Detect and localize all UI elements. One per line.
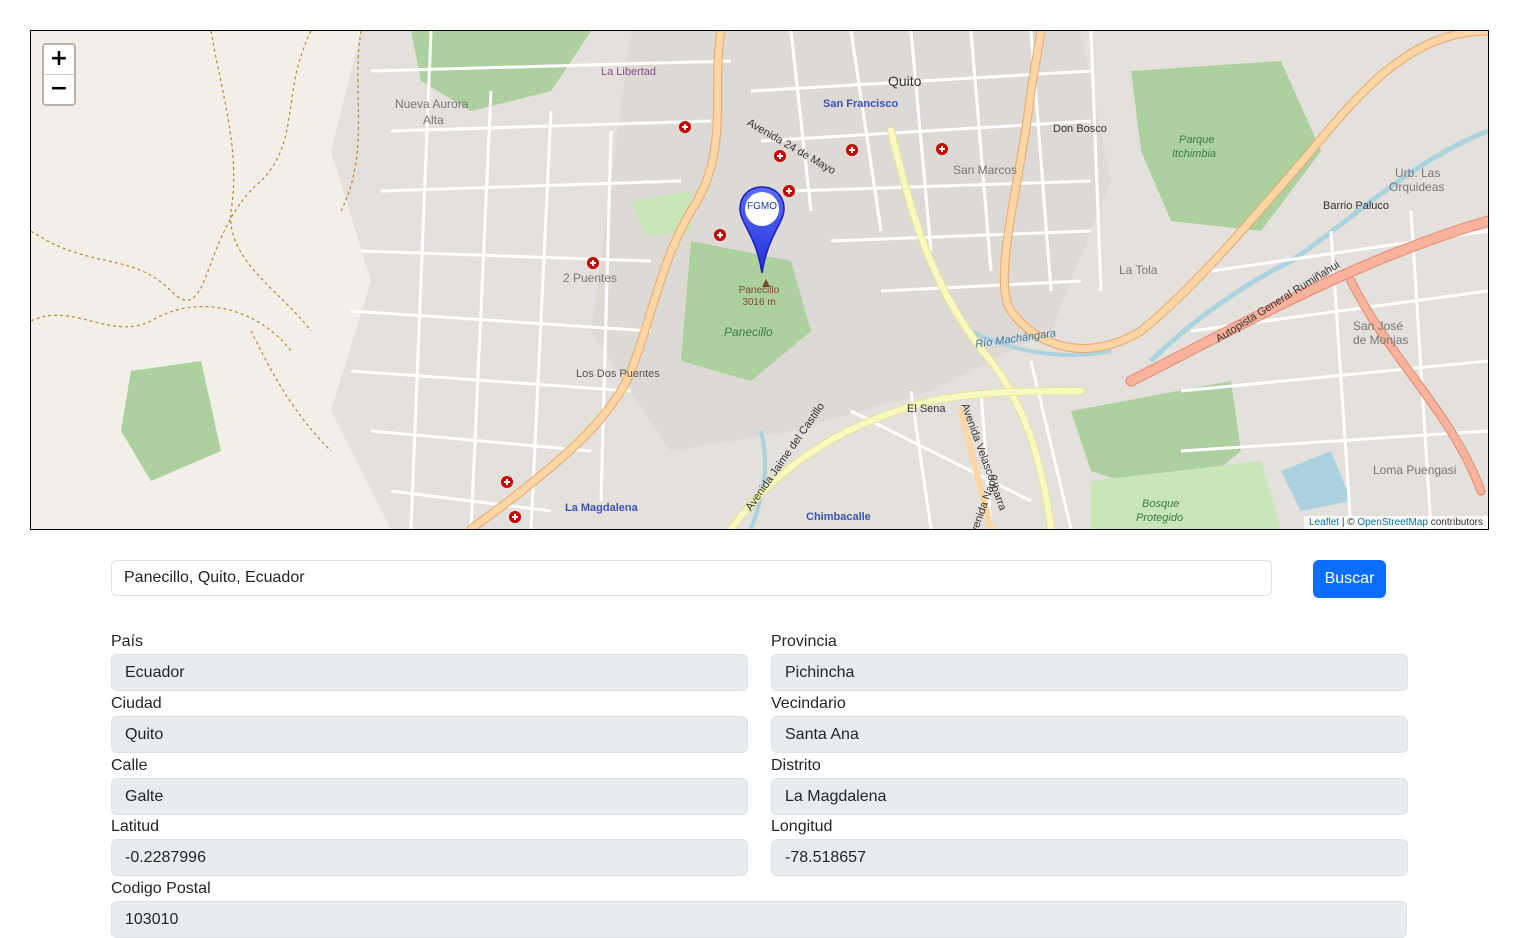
- map[interactable]: Quito San Francisco La Magdalena Chimbac…: [30, 30, 1489, 530]
- field-label-provincia: Provincia: [771, 633, 837, 650]
- field-pais: País Ecuador: [111, 631, 748, 691]
- input-latitud[interactable]: -0.2287996: [111, 839, 748, 876]
- attribution-separator: | ©: [1339, 517, 1358, 528]
- map-label-san-francisco: San Francisco: [823, 98, 899, 110]
- input-ciudad[interactable]: Quito: [111, 716, 748, 753]
- map-label-itchimbia: Itchimbia: [1172, 148, 1217, 160]
- map-label-bosque: Bosque: [1142, 498, 1180, 510]
- field-label-calle: Calle: [111, 757, 148, 774]
- input-calle[interactable]: Galte: [111, 778, 748, 815]
- map-label-la-libertad: La Libertad: [601, 66, 657, 78]
- attribution-suffix: contributors: [1427, 517, 1483, 528]
- input-vecindario[interactable]: Santa Ana: [771, 716, 1408, 753]
- map-label-protegido: Protegido: [1136, 512, 1184, 524]
- input-codigo-postal[interactable]: 103010: [111, 901, 1407, 938]
- input-pais[interactable]: Ecuador: [111, 654, 748, 691]
- peak-name: Panecillo: [738, 285, 780, 296]
- map-label-los-dos-puentes: Los Dos Puentes: [576, 368, 660, 380]
- peak-label: Panecillo 3016 m: [729, 285, 789, 309]
- map-label-nueva-aurora: Nueva Aurora: [395, 97, 469, 111]
- field-calle: Calle Galte: [111, 755, 748, 815]
- map-label-orquideas: Orquideas: [1389, 180, 1445, 194]
- zoom-control: + −: [42, 43, 76, 106]
- zoom-in-button[interactable]: +: [44, 45, 74, 75]
- field-label-pais: País: [111, 633, 144, 650]
- field-label-latitud: Latitud: [111, 818, 160, 835]
- field-ciudad: Ciudad Quito: [111, 693, 748, 753]
- map-label-loma-puengasi: Loma Puengasi: [1373, 463, 1457, 477]
- map-label-barrio-paluco: Barrio Paluco: [1323, 200, 1390, 212]
- field-label-vecindario: Vecindario: [771, 695, 846, 712]
- map-attribution: Leaflet | © OpenStreetMap contributors: [1304, 516, 1488, 529]
- location-marker[interactable]: FGMO: [738, 185, 790, 275]
- search-input[interactable]: Panecillo, Quito, Ecuador: [111, 560, 1272, 596]
- search-button[interactable]: Buscar: [1313, 560, 1386, 598]
- field-distrito: Distrito La Magdalena: [771, 755, 1408, 815]
- map-label-urb-las: Urb. Las: [1395, 166, 1441, 180]
- input-provincia[interactable]: Pichincha: [771, 654, 1408, 691]
- map-label-chimbacalle: Chimbacalle: [806, 511, 871, 523]
- map-tiles: [31, 31, 1488, 529]
- map-pin-icon: [739, 186, 785, 274]
- input-distrito[interactable]: La Magdalena: [771, 778, 1408, 815]
- field-longitud: Longitud -78.518657: [771, 816, 1408, 876]
- map-label-don-bosco: Don Bosco: [1053, 123, 1107, 135]
- marker-label: FGMO: [747, 201, 777, 212]
- map-label-san-jose: San José: [1353, 319, 1404, 333]
- map-label-parque: Parque: [1179, 134, 1215, 146]
- field-label-ciudad: Ciudad: [111, 695, 162, 712]
- map-label-panecillo-hill: Panecillo: [724, 325, 773, 339]
- field-provincia: Provincia Pichincha: [771, 631, 1408, 691]
- map-label-el-sena: El Sena: [907, 403, 946, 415]
- field-label-longitud: Longitud: [771, 818, 833, 835]
- map-label-san-marcos: San Marcos: [953, 163, 1018, 177]
- field-latitud: Latitud -0.2287996: [111, 816, 748, 876]
- map-label-alta: Alta: [423, 113, 444, 127]
- search-row: Panecillo, Quito, Ecuador Buscar: [111, 560, 1386, 598]
- map-label-la-magdalena: La Magdalena: [565, 502, 638, 514]
- field-codigo-postal: Codigo Postal 103010: [111, 878, 1407, 938]
- map-label-quito: Quito: [888, 73, 922, 89]
- peak-elevation: 3016 m: [742, 297, 776, 308]
- input-longitud[interactable]: -78.518657: [771, 839, 1408, 876]
- osm-link[interactable]: OpenStreetMap: [1357, 517, 1428, 528]
- map-label-2-puentes: 2 Puentes: [563, 271, 618, 285]
- map-label-de-monjas: de Monjas: [1353, 333, 1409, 347]
- field-label-codigo-postal: Codigo Postal: [111, 880, 211, 897]
- field-vecindario: Vecindario Santa Ana: [771, 693, 1408, 753]
- field-label-distrito: Distrito: [771, 757, 821, 774]
- leaflet-link[interactable]: Leaflet: [1309, 517, 1339, 528]
- map-label-la-tola: La Tola: [1119, 263, 1158, 277]
- zoom-out-button[interactable]: −: [44, 75, 74, 104]
